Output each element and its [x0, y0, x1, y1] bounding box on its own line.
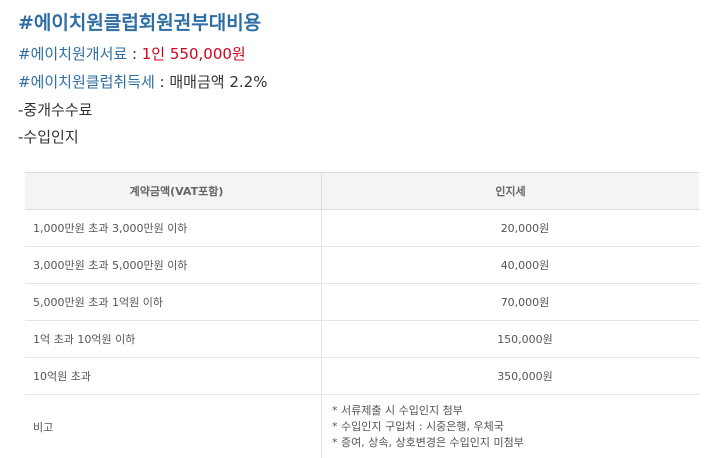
note-item: * 서류제출 시 수입인지 첨부 [332, 404, 463, 417]
acquisition-tax-separator: : [154, 73, 170, 91]
table-header-row: 계약금액(VAT포함) 인지세 [25, 172, 699, 210]
table-row-note: 비고 * 서류제출 시 수입인지 첨부 * 수입인지 구입처 : 시중은행, 우… [25, 394, 699, 458]
row-tax: 70,000원 [321, 283, 699, 321]
table-row: 1억 초과 10억원 이하 150,000원 [25, 320, 699, 358]
note-label: 비고 [25, 394, 322, 458]
stamp-tax-table: 계약금액(VAT포함) 인지세 1,000만원 초과 3,000만원 이하 20… [25, 172, 699, 458]
acquisition-tax-tag[interactable]: #에이치원클럽취득세 [18, 73, 155, 91]
row-range: 1억 초과 10억원 이하 [25, 320, 322, 358]
table-row: 3,000만원 초과 5,000만원 이하 40,000원 [25, 246, 699, 284]
page-title: #에이치원클럽회원권부대비용 [18, 12, 262, 34]
transfer-fee-separator: : [127, 45, 142, 63]
row-range: 5,000만원 초과 1억원 이하 [25, 283, 322, 321]
transfer-fee-tag[interactable]: #에이치원개서료 [18, 45, 127, 63]
row-range: 3,000만원 초과 5,000만원 이하 [25, 246, 322, 284]
note-list: * 서류제출 시 수입인지 첨부 * 수입인지 구입처 : 시중은행, 우체국 … [321, 394, 699, 458]
table-row: 5,000만원 초과 1억원 이하 70,000원 [25, 283, 699, 321]
row-range: 10억원 초과 [25, 357, 322, 395]
transfer-fee-line: #에이치원개서료 : 1인 550,000원 [18, 43, 246, 64]
row-tax-amount: 20,000원 [500, 222, 550, 235]
header-contract-amount: 계약금액(VAT포함) [25, 172, 322, 210]
row-tax: 150,000원 [321, 320, 699, 358]
row-tax: 40,000원 [321, 246, 699, 284]
header-stamp-tax: 인지세 [321, 172, 699, 210]
row-tax-amount: 40,000원 [500, 259, 550, 272]
row-range: 1,000만원 초과 3,000만원 이하 [25, 209, 322, 247]
row-tax-amount: 150,000원 [497, 333, 553, 346]
note-item: * 증여, 상속, 상호변경은 수입인지 미첨부 [332, 436, 524, 449]
row-tax-amount: 350,000원 [497, 370, 553, 383]
row-tax: 350,000원 [321, 357, 699, 395]
table-row: 10억원 초과 350,000원 [25, 357, 699, 395]
brokerage-fee-item: -중개수수료 [18, 101, 93, 119]
acquisition-tax-line: #에이치원클럽취득세 : 매매금액 2.2% [18, 71, 267, 92]
table-row: 1,000만원 초과 3,000만원 이하 20,000원 [25, 209, 699, 247]
note-item: * 수입인지 구입처 : 시중은행, 우체국 [332, 420, 504, 433]
revenue-stamp-item: -수입인지 [18, 128, 79, 146]
row-tax-amount: 70,000원 [500, 296, 550, 309]
row-tax: 20,000원 [321, 209, 699, 247]
transfer-fee-value: 1인 550,000원 [141, 45, 246, 63]
acquisition-tax-value: 매매금액 2.2% [169, 73, 268, 91]
